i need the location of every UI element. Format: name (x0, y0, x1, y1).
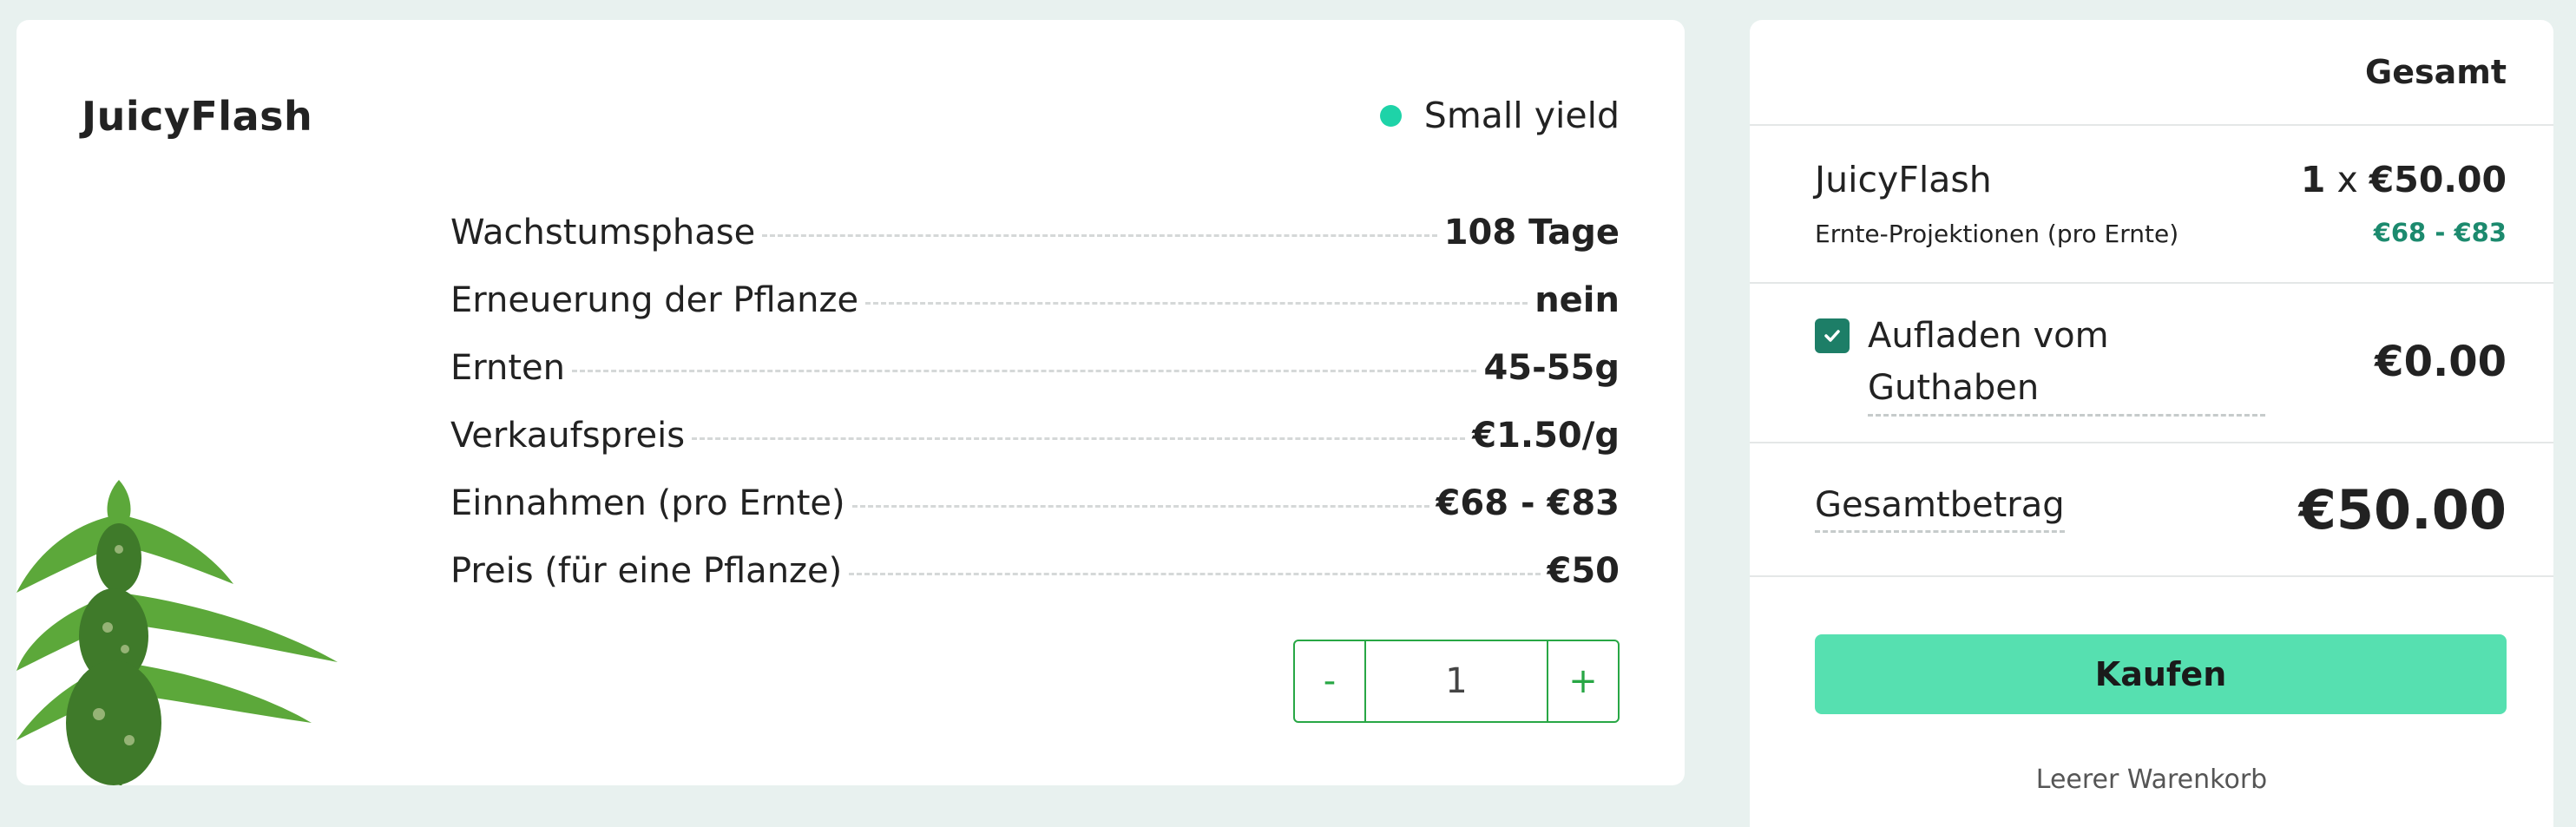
spec-row: Ernten 45-55g (450, 348, 1620, 416)
decrement-button[interactable]: - (1295, 641, 1366, 721)
yield-label: Small yield (1423, 95, 1620, 136)
dotted-leader (572, 370, 1477, 372)
spec-label: Einnahmen (pro Ernte) (450, 483, 845, 523)
spec-row: Einnahmen (pro Ernte) €68 - €83 (450, 483, 1620, 551)
yield-indicator: Small yield (1379, 95, 1620, 136)
summary-header: Gesamt (1750, 20, 2553, 126)
dotted-leader (692, 437, 1466, 440)
dotted-leader (849, 573, 1541, 575)
credit-checkbox[interactable] (1815, 318, 1850, 353)
spec-row: Preis (für eine Pflanze) €50 (450, 551, 1620, 619)
order-summary: Gesamt JuicyFlash 1 x €50.00 Ernte-Proje… (1750, 20, 2553, 827)
spec-value: €1.50/g (1472, 416, 1620, 456)
check-icon (1824, 330, 1840, 342)
product-title: JuicyFlash (82, 93, 313, 140)
dotted-leader (851, 505, 1429, 508)
credit-value: €0.00 (2375, 338, 2507, 386)
spec-label: Wachstumsphase (450, 213, 756, 253)
spec-label: Erneuerung der Pflanze (450, 280, 859, 320)
product-card: JuicyFlash Small yield Wachstumsphase 10… (16, 20, 1685, 785)
plant-image (16, 480, 338, 785)
projection-value: €68 - €83 (2373, 218, 2507, 247)
quantity-stepper: - 1 + (1293, 640, 1620, 723)
spec-value: €50 (1547, 551, 1620, 591)
projection-label: Ernte-Projektionen (pro Ernte) (1815, 220, 2179, 248)
spec-row: Verkaufspreis €1.50/g (450, 416, 1620, 483)
increment-button[interactable]: + (1547, 641, 1618, 721)
item-name: JuicyFlash (1815, 159, 1992, 200)
credit-row: Aufladen vom Guthaben €0.00 (1750, 284, 2553, 443)
credit-underline (1868, 414, 2265, 417)
summary-line-item: JuicyFlash 1 x €50.00 Ernte-Projektionen… (1750, 126, 2553, 284)
dotted-leader (762, 234, 1437, 237)
spec-value: €68 - €83 (1436, 483, 1620, 523)
spec-label: Ernten (450, 348, 566, 388)
total-value: €50.00 (2298, 478, 2507, 541)
dotted-leader (865, 302, 1528, 305)
total-row: Gesamtbetrag €50.00 (1750, 443, 2553, 577)
item-qty: 1 (2300, 159, 2326, 200)
spec-row: Wachstumsphase 108 Tage (450, 213, 1620, 280)
clear-cart-link[interactable]: Leerer Warenkorb (1750, 765, 2553, 795)
spec-list: Wachstumsphase 108 Tage Erneuerung der P… (450, 213, 1620, 619)
spec-label: Preis (für eine Pflanze) (450, 551, 843, 591)
item-amount: €50.00 (2369, 159, 2507, 200)
spec-row: Erneuerung der Pflanze nein (450, 280, 1620, 348)
spec-value: 108 Tage (1443, 213, 1620, 253)
yield-dot-icon (1379, 104, 1402, 127)
quantity-input[interactable]: 1 (1366, 641, 1547, 721)
spec-label: Verkaufspreis (450, 416, 686, 456)
item-price: 1 x €50.00 (2301, 159, 2507, 200)
spec-value: 45-55g (1483, 348, 1620, 388)
total-label: Gesamtbetrag (1815, 485, 2065, 533)
buy-button[interactable]: Kaufen (1815, 634, 2507, 714)
times-sign: x (2336, 159, 2358, 200)
credit-label[interactable]: Aufladen vom Guthaben (1868, 310, 2267, 414)
spec-value: nein (1534, 280, 1620, 320)
